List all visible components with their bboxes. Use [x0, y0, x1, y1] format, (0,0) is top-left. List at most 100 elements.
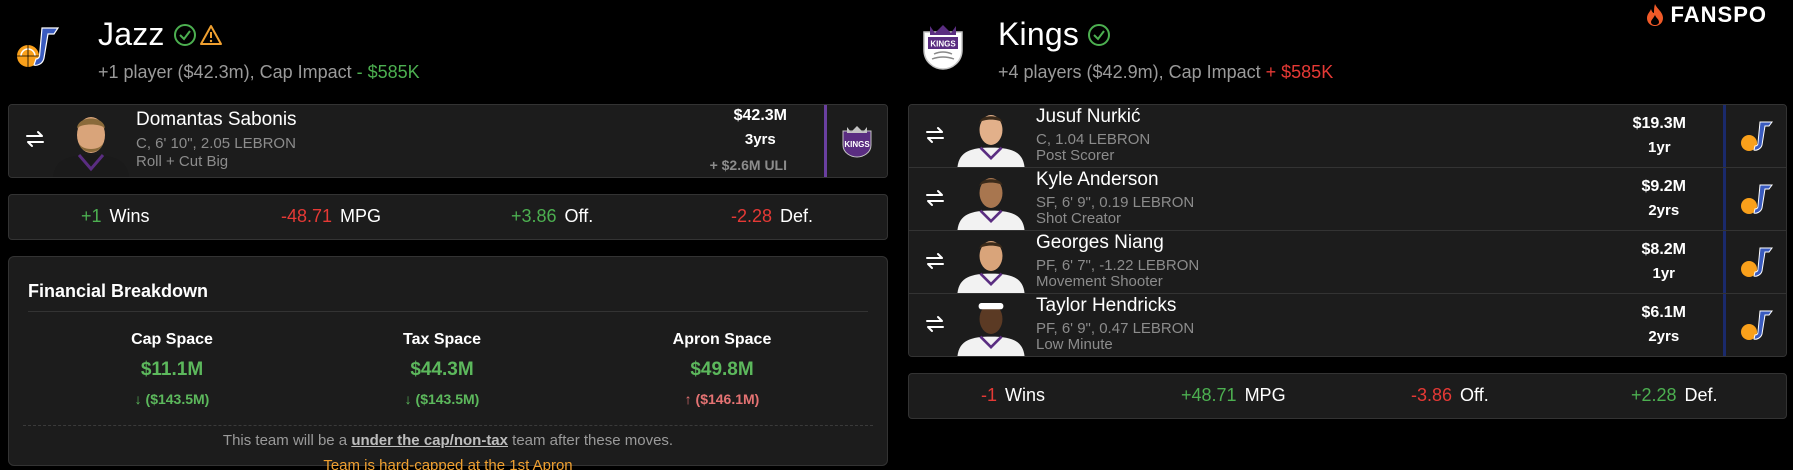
- stat-off: +3.86 Off.: [511, 206, 593, 227]
- team-header: Jazz +1 player ($42.3m), Cap Impact - $5…: [8, 0, 888, 104]
- fin-delta-value: ($146.1M): [695, 391, 760, 407]
- stat-wins: +1 Wins: [81, 206, 150, 227]
- player-role: Post Scorer: [1036, 147, 1115, 164]
- fin-delta-value: ($143.5M): [145, 391, 210, 407]
- stat-label: Off.: [564, 206, 594, 226]
- player-meta: SF, 6' 9", 0.19 LEBRON: [1036, 194, 1195, 211]
- cap-status-link[interactable]: under the cap/non-tax: [351, 432, 508, 449]
- fin-value: $49.8M: [690, 359, 754, 380]
- note-prefix: This team will be a: [222, 432, 348, 449]
- player-meta: PF, 6' 7", -1.22 LEBRON: [1036, 257, 1200, 274]
- jazz-panel: Jazz +1 player ($42.3m), Cap Impact - $5…: [8, 0, 888, 470]
- team-name-text: Kings: [998, 16, 1080, 52]
- swap-arrows-icon[interactable]: [923, 123, 947, 147]
- warning-icon: [199, 24, 222, 45]
- player-avatar: [957, 303, 1025, 356]
- kings-logo-icon: KINGS: [923, 25, 963, 70]
- player-avatar: [53, 117, 129, 177]
- player-avatar: [957, 177, 1025, 230]
- contract-info: $8.2M 1yr: [1642, 241, 1686, 282]
- player-name[interactable]: Taylor Hendricks: [1036, 295, 1176, 317]
- player-avatar: [957, 240, 1025, 293]
- jazz-logo-icon[interactable]: [1738, 244, 1774, 280]
- player-meta: C, 6' 10", 2.05 LEBRON: [136, 135, 296, 152]
- stat-value: -3.86: [1411, 385, 1453, 405]
- arrow-up-icon: ↑: [684, 391, 696, 407]
- player-role: Roll + Cut Big: [136, 153, 229, 170]
- player-meta: C, 1.04 LEBRON: [1036, 131, 1151, 148]
- destination-bar: [824, 105, 827, 177]
- swap-arrows-icon[interactable]: [923, 249, 947, 273]
- team-summary: +4 players ($42.9m), Cap Impact + $585K: [998, 62, 1333, 83]
- player-role: Shot Creator: [1036, 210, 1122, 227]
- player-row[interactable]: Jusuf Nurkić C, 1.04 LEBRON Post Scorer $19…: [909, 105, 1786, 168]
- kings-logo-icon[interactable]: KINGS: [839, 123, 875, 159]
- stat-label: Off.: [1460, 385, 1489, 405]
- player-row[interactable]: Domantas Sabonis C, 6' 10", 2.05 LEBRON …: [9, 105, 887, 177]
- player-role: Low Minute: [1036, 336, 1113, 353]
- contract-info: $9.2M 2yrs: [1642, 178, 1686, 219]
- player-name[interactable]: Jusuf Nurkić: [1036, 106, 1141, 128]
- swap-arrows-icon[interactable]: [923, 312, 947, 336]
- stat-wins: -1 Wins: [981, 385, 1045, 406]
- team-header: KINGS Kings +4 players ($42.9m), Cap Imp…: [908, 0, 1787, 104]
- stat-label: Wins: [109, 206, 150, 226]
- jazz-logo-icon: [17, 27, 60, 67]
- stat-value: +1: [81, 206, 102, 226]
- check-circle-icon: [173, 23, 196, 46]
- swap-arrows-icon[interactable]: [923, 186, 947, 210]
- player-row[interactable]: Taylor Hendricks PF, 6' 9", 0.47 LEBRON Lo…: [909, 294, 1786, 356]
- contract-years: 1yr: [1652, 265, 1676, 282]
- destination-bar: [1723, 168, 1726, 230]
- contract-years: 1yr: [1648, 139, 1671, 156]
- cap-impact-value: + $585K: [1265, 62, 1334, 82]
- player-name[interactable]: Kyle Anderson: [1036, 169, 1159, 191]
- fin-label: Cap Space: [131, 331, 213, 348]
- arrow-down-icon: ↓: [134, 391, 146, 407]
- divider: [28, 311, 868, 312]
- hard-cap-warning: Team is hard-capped at the 1st Apron: [323, 457, 573, 470]
- fin-value: $44.3M: [410, 359, 474, 380]
- contract-info: $6.1M 2yrs: [1642, 304, 1686, 345]
- fin-delta: ↓ ($143.5M): [342, 391, 542, 407]
- check-circle-icon: [1088, 23, 1111, 46]
- player-list: Jusuf Nurkić C, 1.04 LEBRON Post Scorer $19…: [908, 104, 1787, 357]
- contract-years: 3yrs: [744, 131, 776, 148]
- player-row[interactable]: Kyle Anderson SF, 6' 9", 0.19 LEBRON Shot …: [909, 168, 1786, 231]
- player-row[interactable]: Georges Niang PF, 6' 7", -1.22 LEBRON Move…: [909, 231, 1786, 294]
- stat-def: +2.28 Def.: [1631, 385, 1718, 406]
- player-meta: PF, 6' 9", 0.47 LEBRON: [1036, 320, 1195, 337]
- player-list: Domantas Sabonis C, 6' 10", 2.05 LEBRON …: [8, 104, 888, 178]
- stat-value: -1: [981, 385, 998, 405]
- stat-def: -2.28 Def.: [731, 206, 813, 227]
- stat-label: MPG: [1244, 385, 1286, 405]
- stat-mpg: -48.71 MPG: [281, 206, 381, 227]
- kings-panel: KINGS Kings +4 players ($42.9m), Cap Imp…: [908, 0, 1787, 419]
- impact-stats: -1 Wins +48.71 MPG -3.86 Off. +2.28 Def.: [908, 373, 1787, 419]
- jazz-logo-icon[interactable]: [1738, 118, 1774, 154]
- cap-space: Cap Space $11.1M ↓ ($143.5M): [72, 331, 272, 407]
- svg-text:KINGS: KINGS: [930, 40, 956, 49]
- jazz-logo-icon[interactable]: [1738, 181, 1774, 217]
- dashed-divider: [23, 425, 873, 426]
- fin-delta-value: ($143.5M): [415, 391, 480, 407]
- impact-stats: +1 Wins -48.71 MPG +3.86 Off. -2.28 Def.: [8, 194, 888, 240]
- stat-off: -3.86 Off.: [1411, 385, 1489, 406]
- salary: $42.3M: [733, 107, 787, 124]
- stat-label: Def.: [1684, 385, 1718, 405]
- stat-value: -48.71: [281, 206, 333, 226]
- fin-delta: ↓ ($143.5M): [72, 391, 272, 407]
- swap-arrows-icon[interactable]: [23, 127, 47, 151]
- stat-label: Wins: [1005, 385, 1046, 405]
- stat-value: +3.86: [511, 206, 557, 226]
- contract-years: 2yrs: [1648, 328, 1680, 345]
- jazz-logo-icon[interactable]: [1738, 307, 1774, 343]
- team-name: Jazz: [98, 16, 223, 53]
- apron-space: Apron Space $49.8M ↑ ($146.1M): [622, 331, 822, 407]
- cap-status-note: This team will be a under the cap/non-ta…: [9, 432, 887, 449]
- player-name[interactable]: Domantas Sabonis: [136, 109, 297, 131]
- player-role: Movement Shooter: [1036, 273, 1163, 290]
- player-name[interactable]: Georges Niang: [1036, 232, 1164, 254]
- cap-impact-value: - $585K: [356, 62, 420, 82]
- salary: $9.2M: [1641, 178, 1686, 195]
